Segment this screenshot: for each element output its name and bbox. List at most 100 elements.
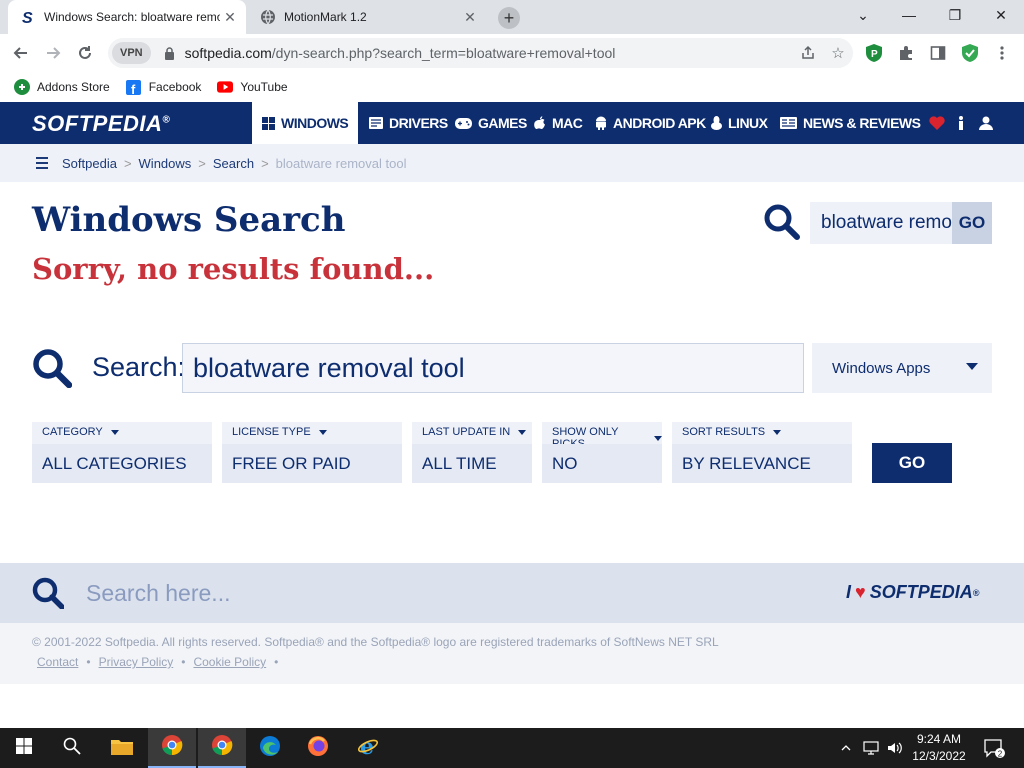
breadcrumb-softpedia[interactable]: Softpedia (62, 156, 117, 171)
taskbar-internet-explorer[interactable]: e (344, 728, 392, 768)
extension-p-icon[interactable]: P (864, 43, 884, 63)
nav-drivers[interactable]: DRIVERS (369, 102, 448, 144)
dropdown-caret-icon (518, 429, 527, 435)
filter-sort-results[interactable]: SORT RESULTS BY RELEVANCE (672, 422, 852, 483)
taskbar-firefox[interactable] (294, 728, 342, 768)
edge-icon (259, 735, 281, 762)
search-icon[interactable] (764, 204, 800, 245)
breadcrumb-separator: > (261, 155, 269, 171)
minimize-button[interactable]: — (886, 0, 932, 30)
system-clock[interactable]: 9:24 AM 12/3/2022 (906, 731, 972, 765)
nav-games[interactable]: GAMES (455, 102, 527, 144)
hamburger-menu-icon[interactable] (36, 157, 48, 169)
share-icon[interactable] (793, 45, 823, 61)
nav-linux[interactable]: LINUX (711, 102, 768, 144)
scope-value: Windows Apps (832, 359, 931, 377)
facebook-icon: f (126, 79, 142, 95)
windows-start-icon (16, 737, 32, 759)
privacy-policy-link[interactable]: Privacy Policy (99, 655, 174, 669)
taskbar-edge[interactable] (246, 728, 294, 768)
network-icon[interactable] (860, 728, 882, 768)
security-shield-icon[interactable] (960, 43, 980, 63)
close-tab-icon[interactable]: ✕ (460, 7, 480, 27)
user-account-icon[interactable] (979, 102, 993, 144)
footer-search-input[interactable]: Search here... (86, 580, 230, 607)
breadcrumb-search[interactable]: Search (213, 156, 254, 171)
bookmark-youtube[interactable]: YouTube (217, 79, 288, 95)
lock-icon[interactable] (163, 46, 177, 60)
extensions-puzzle-icon[interactable] (896, 43, 916, 63)
filter-go-button[interactable]: GO (872, 443, 952, 483)
bookmark-star-icon[interactable]: ☆ (823, 44, 853, 62)
bookmark-label: YouTube (240, 80, 288, 94)
nav-label: DRIVERS (389, 115, 448, 131)
forward-arrow-icon[interactable] (40, 40, 66, 66)
notifications-icon[interactable]: 2 (980, 728, 1008, 768)
bookmark-addons-store[interactable]: Addons Store (14, 79, 110, 95)
bookmark-label: Facebook (148, 80, 202, 94)
search-input[interactable]: bloatware removal tool (182, 343, 804, 393)
volume-icon[interactable] (884, 728, 906, 768)
breadcrumb-separator: > (198, 155, 206, 171)
start-button[interactable] (0, 728, 48, 768)
svg-text:f: f (131, 82, 136, 95)
vpn-badge[interactable]: VPN (112, 42, 151, 64)
tab-softpedia-search[interactable]: S Windows Search: bloatware removal tool… (8, 0, 246, 34)
nav-android-apk[interactable]: ANDROID APK (595, 102, 706, 144)
dropdown-caret-icon (966, 363, 978, 370)
taskbar-search-button[interactable] (48, 728, 96, 768)
filter-show-only-picks[interactable]: SHOW ONLY PICKS NO (542, 422, 662, 483)
breadcrumb: Softpedia > Windows > Search > bloatware… (0, 144, 1024, 182)
reload-icon[interactable] (72, 40, 98, 66)
nav-windows[interactable]: WINDOWS (252, 102, 359, 144)
address-bar[interactable]: VPN softpedia.com/dyn-search.php?search_… (108, 38, 853, 68)
tab-search-chevron-down-icon[interactable]: ⌄ (840, 0, 886, 30)
dropdown-caret-icon (654, 435, 662, 441)
taskbar-chrome-profile[interactable] (148, 728, 196, 768)
bookmark-facebook[interactable]: f Facebook (126, 79, 202, 95)
filter-category[interactable]: CATEGORY ALL CATEGORIES (32, 422, 212, 483)
taskbar-file-explorer[interactable] (98, 728, 146, 768)
search-scope-select[interactable]: Windows Apps (812, 343, 992, 393)
filter-license-type[interactable]: LICENSE TYPE FREE OR PAID (222, 422, 402, 483)
breadcrumb-windows[interactable]: Windows (139, 156, 192, 171)
url-text[interactable]: softpedia.com/dyn-search.php?search_term… (185, 45, 793, 61)
globe-icon (260, 9, 276, 25)
dropdown-caret-icon (318, 429, 327, 435)
i-love-softpedia-logo[interactable]: I ♥ SOFTPEDIA ® (846, 582, 979, 603)
search-icon[interactable] (32, 577, 65, 614)
back-arrow-icon[interactable] (8, 40, 34, 66)
news-icon (780, 117, 797, 129)
header-search-input[interactable]: bloatware removal tool (810, 202, 952, 244)
tab-motionmark[interactable]: MotionMark 1.2 ✕ (250, 0, 486, 34)
taskbar-chrome[interactable] (198, 728, 246, 768)
youtube-icon (217, 79, 234, 95)
android-icon (595, 116, 607, 130)
favorites-heart-icon[interactable] (929, 102, 945, 144)
contact-link[interactable]: Contact (37, 655, 78, 669)
close-tab-icon[interactable]: ✕ (220, 7, 240, 27)
nav-mac[interactable]: MAC (534, 102, 583, 144)
cookie-policy-link[interactable]: Cookie Policy (193, 655, 266, 669)
tray-chevron-up-icon[interactable] (836, 728, 856, 768)
internet-explorer-icon: e (357, 734, 379, 762)
firefox-icon (307, 735, 329, 762)
svg-text:P: P (871, 49, 878, 60)
filter-last-update[interactable]: LAST UPDATE IN ALL TIME (412, 422, 532, 483)
side-panel-icon[interactable] (928, 43, 948, 63)
info-icon[interactable] (958, 102, 964, 144)
search-icon (63, 737, 81, 760)
header-search-go-button[interactable]: GO (952, 202, 992, 244)
softpedia-logo[interactable]: SOFTPEDIA® (32, 111, 170, 137)
filter-label: LAST UPDATE IN (422, 426, 511, 438)
kebab-menu-icon[interactable] (992, 43, 1012, 63)
close-window-button[interactable]: ✕ (978, 0, 1024, 30)
nav-news-reviews[interactable]: NEWS & REVIEWS (780, 102, 921, 144)
new-tab-button[interactable]: + (498, 7, 520, 29)
maximize-button[interactable]: ❐ (932, 0, 978, 30)
search-icon (32, 348, 73, 393)
filter-label: CATEGORY (42, 426, 103, 438)
footer-separator: • (181, 655, 186, 669)
notification-count: 2 (998, 750, 1003, 759)
filter-label: SORT RESULTS (682, 426, 766, 438)
